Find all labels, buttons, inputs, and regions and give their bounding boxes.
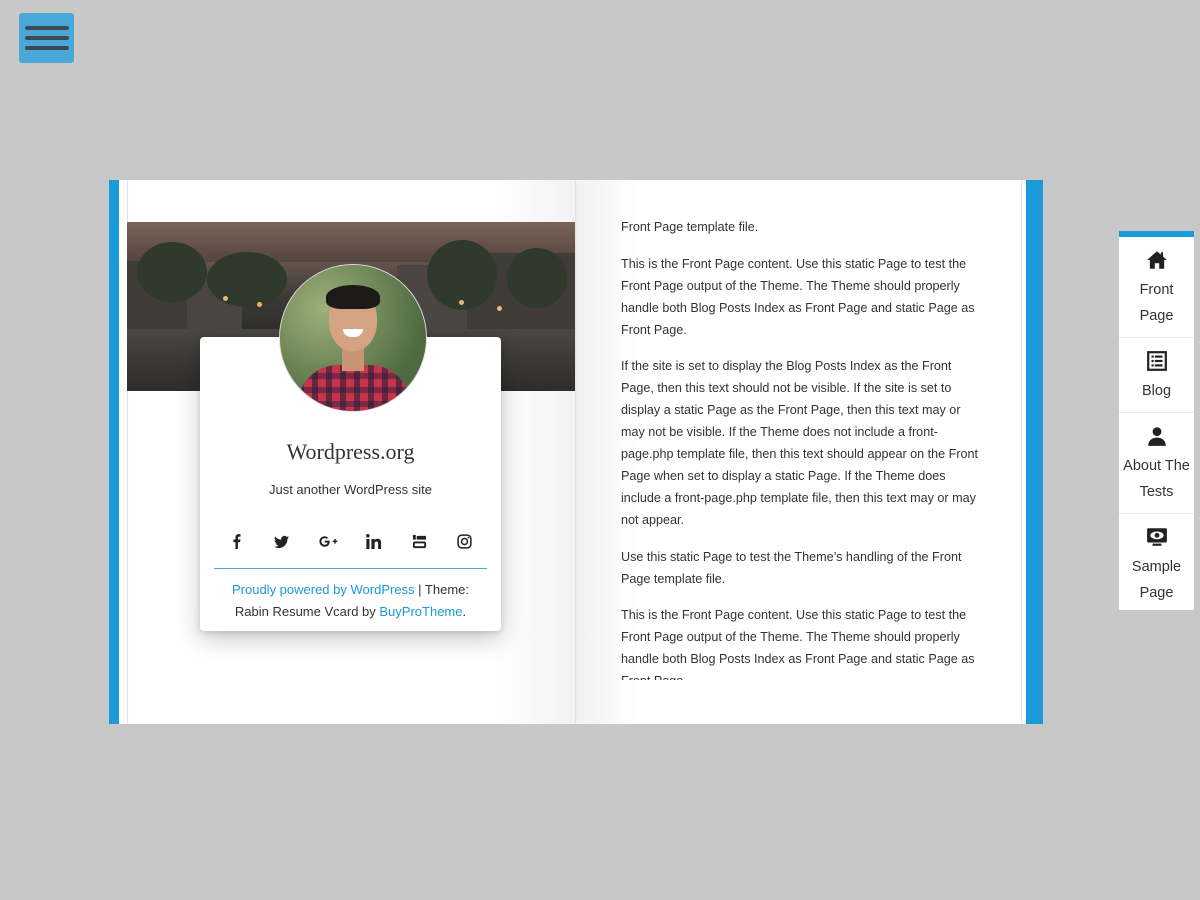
site-tagline: Just another WordPress site (268, 482, 433, 497)
hamburger-icon (24, 26, 69, 30)
nav-item-front-page[interactable]: Front Page (1119, 237, 1194, 338)
nav-label: About The Tests (1123, 458, 1190, 500)
theme-prefix: Rabin Resume Vcard by (234, 604, 380, 619)
eye-icon (1146, 528, 1167, 546)
content-paragraph: Use this static Page to test the Theme’s… (621, 549, 962, 586)
content-paragraph: Front Page template file. (621, 220, 759, 234)
side-navigation: Front Page Blog About The Tests Sample P… (1119, 231, 1194, 610)
nav-item-blog[interactable]: Blog (1119, 338, 1194, 413)
wordpress-link[interactable]: Proudly powered by WordPress (232, 582, 415, 597)
credits-separator: | Theme: (414, 582, 469, 597)
social-links (214, 531, 487, 551)
facebook-icon[interactable] (222, 531, 250, 551)
youtube-icon[interactable] (405, 531, 433, 551)
menu-toggle-button[interactable] (19, 13, 74, 63)
twitter-icon[interactable] (268, 531, 296, 551)
footer-credits: Proudly powered by WordPress | Theme: Ra… (200, 579, 501, 623)
content-paragraph: If the site is set to display the Blog P… (621, 359, 979, 527)
google-plus-icon[interactable] (314, 531, 342, 551)
card-divider (214, 568, 487, 569)
buyprotheme-link[interactable]: BuyProTheme (379, 604, 462, 619)
right-page: Front Page template file. This is the Fr… (576, 180, 1026, 724)
book-container: Wordpress.org Just another WordPress sit… (109, 180, 1043, 724)
site-title[interactable]: Wordpress.org (200, 439, 501, 465)
content-paragraph: This is the Front Page content. Use this… (621, 256, 975, 337)
content-paragraph: This is the Front Page content. Use this… (621, 608, 975, 680)
user-icon (1147, 427, 1166, 446)
nav-item-sample-page[interactable]: Sample Page (1119, 514, 1194, 610)
theme-suffix: . (462, 604, 467, 619)
page-edge (1021, 180, 1022, 724)
hamburger-bar (24, 46, 69, 50)
profile-avatar (279, 264, 427, 412)
nav-label: Sample Page (1131, 559, 1182, 601)
hamburger-bar (24, 36, 69, 40)
list-icon (1146, 351, 1167, 371)
home-icon (1146, 251, 1167, 269)
instagram-icon[interactable] (451, 531, 479, 551)
nav-item-about-the-tests[interactable]: About The Tests (1119, 413, 1194, 514)
page-content: Front Page template file. This is the Fr… (621, 216, 981, 680)
left-page: Wordpress.org Just another WordPress sit… (119, 180, 576, 724)
linkedin-icon[interactable] (359, 531, 387, 551)
nav-label: Front Page (1139, 282, 1174, 324)
nav-label: Blog (1141, 383, 1172, 399)
